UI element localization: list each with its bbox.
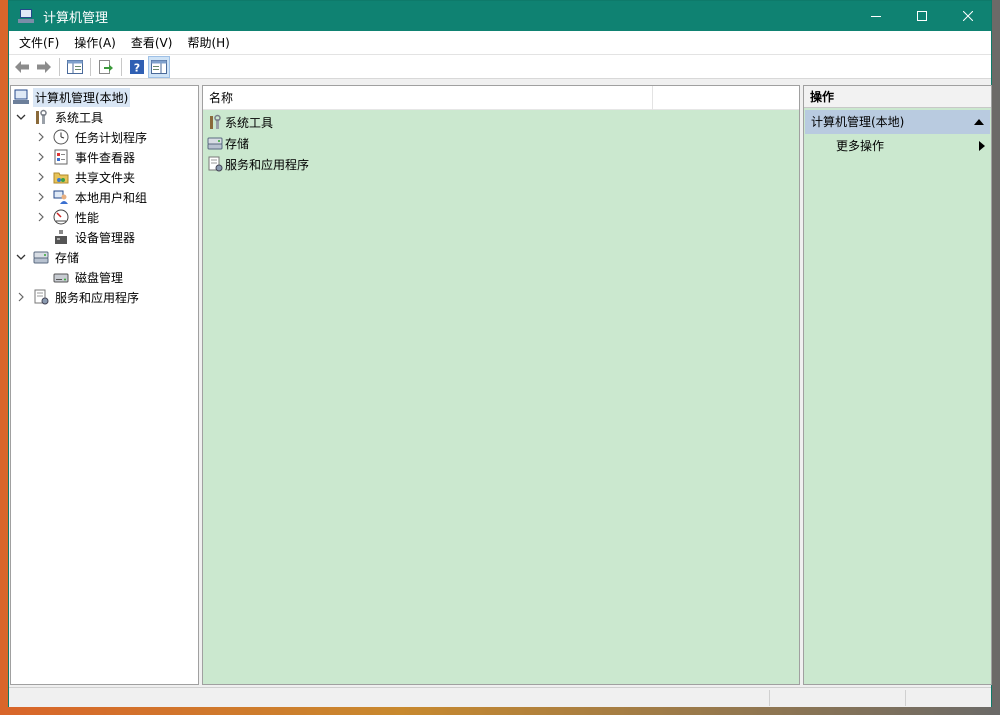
minimize-icon: [871, 16, 881, 17]
actions-header: 操作: [804, 86, 991, 108]
column-header-name[interactable]: 名称: [203, 85, 653, 110]
forward-arrow-icon: [37, 60, 51, 73]
list-column-header: 名称: [203, 85, 799, 110]
tree-label-system-tools: 系统工具: [55, 110, 104, 125]
services-icon: [33, 289, 49, 305]
tree-label-task-scheduler: 任务计划程序: [75, 130, 148, 145]
window-title: 计算机管理: [43, 10, 109, 26]
close-button[interactable]: [945, 1, 991, 31]
system-tools-icon: [33, 109, 49, 125]
chevron-right-icon[interactable]: [35, 192, 47, 202]
toolbar-separator: [121, 57, 122, 76]
collapse-up-icon[interactable]: [974, 118, 984, 125]
export-list-button[interactable]: [95, 56, 117, 78]
tree-label-event-viewer: 事件查看器: [75, 150, 136, 165]
tree-label-services-apps: 服务和应用程序: [55, 290, 140, 305]
tree-item-task-scheduler[interactable]: 任务计划程序: [35, 127, 149, 147]
menu-help[interactable]: 帮助(H): [181, 31, 235, 55]
system-tools-icon: [207, 114, 223, 130]
tree-item-root[interactable]: 计算机管理(本地): [13, 87, 131, 107]
back-button[interactable]: [11, 56, 33, 78]
chevron-right-icon[interactable]: [35, 172, 47, 182]
users-icon: [53, 189, 69, 205]
tree-label-local-users: 本地用户和组: [75, 190, 148, 205]
toolbar-separator: [90, 57, 91, 76]
maximize-button[interactable]: [899, 1, 945, 31]
event-viewer-icon: [53, 149, 69, 165]
status-divider: [769, 690, 770, 706]
results-list-pane[interactable]: 名称 系统工具 存储 服务和应用程序: [202, 85, 800, 685]
tree-item-system-tools[interactable]: 系统工具: [15, 107, 105, 127]
device-manager-icon: [53, 229, 69, 245]
toolbar: ?: [9, 55, 991, 79]
computer-management-window: 计算机管理 文件(F) 操作(A) 查看(V) 帮助(H) ? 计算机管理(本地…: [8, 0, 992, 707]
export-list-icon: [99, 59, 113, 74]
chevron-down-icon[interactable]: [15, 252, 27, 262]
tree-item-event-viewer[interactable]: 事件查看器: [35, 147, 137, 167]
show-hide-action-pane-icon: [151, 59, 167, 74]
chevron-right-icon[interactable]: [15, 292, 27, 302]
tree-item-shared-folders[interactable]: 共享文件夹: [35, 167, 137, 187]
status-bar: [9, 687, 991, 707]
shared-folder-icon: [53, 169, 69, 185]
help-icon: ?: [130, 59, 144, 74]
list-item[interactable]: 服务和应用程序: [207, 154, 309, 174]
clock-icon: [53, 129, 69, 145]
toolbar-separator: [59, 57, 60, 76]
show-hide-console-tree-button[interactable]: [64, 56, 86, 78]
menu-action[interactable]: 操作(A): [68, 31, 122, 55]
tree-label-storage: 存储: [55, 250, 80, 265]
tree-item-performance[interactable]: 性能: [35, 207, 101, 227]
minimize-button[interactable]: [853, 1, 899, 31]
performance-icon: [53, 209, 69, 225]
show-hide-action-pane-button[interactable]: [148, 55, 170, 78]
menu-bar: 文件(F) 操作(A) 查看(V) 帮助(H): [9, 31, 991, 55]
services-icon: [207, 156, 223, 172]
list-item[interactable]: 存储: [207, 133, 249, 153]
list-item-label: 存储: [225, 136, 250, 151]
svg-text:?: ?: [134, 61, 140, 74]
console-tree-pane[interactable]: 计算机管理(本地) 系统工具 任务计划程序 事件查看器 共享文件夹 本地用户和组…: [10, 85, 199, 685]
storage-icon: [33, 249, 49, 265]
chevron-right-icon[interactable]: [35, 152, 47, 162]
tree-item-device-manager[interactable]: 设备管理器: [35, 227, 137, 247]
back-arrow-icon: [15, 60, 29, 73]
help-button[interactable]: ?: [126, 56, 148, 78]
storage-icon: [207, 135, 223, 151]
tree-item-local-users[interactable]: 本地用户和组: [35, 187, 149, 207]
tree-label-device-manager: 设备管理器: [75, 230, 136, 245]
submenu-arrow-icon[interactable]: [979, 141, 985, 151]
tree-label-shared-folders: 共享文件夹: [75, 170, 136, 185]
menu-file[interactable]: 文件(F): [13, 31, 65, 55]
menu-view[interactable]: 查看(V): [125, 31, 179, 55]
maximize-icon: [917, 11, 927, 21]
title-bar[interactable]: 计算机管理: [9, 1, 991, 31]
forward-button[interactable]: [33, 56, 55, 78]
computer-management-icon: [13, 89, 29, 105]
actions-group-label: 计算机管理(本地): [811, 115, 905, 129]
disk-icon: [53, 269, 69, 285]
tree-item-services-apps[interactable]: 服务和应用程序: [15, 287, 141, 307]
tree-item-disk-management[interactable]: 磁盘管理: [35, 267, 125, 287]
tree-label-disk-management: 磁盘管理: [75, 270, 124, 285]
tree-item-storage[interactable]: 存储: [15, 247, 81, 267]
more-actions-item[interactable]: 更多操作: [836, 136, 884, 156]
close-icon: [963, 11, 973, 21]
chevron-down-icon[interactable]: [15, 112, 27, 122]
actions-group-computer-management[interactable]: 计算机管理(本地): [805, 110, 990, 134]
show-hide-console-tree-icon: [67, 59, 83, 74]
status-divider: [905, 690, 906, 706]
tree-label-performance: 性能: [75, 210, 100, 225]
actions-pane: 操作 计算机管理(本地) 更多操作: [803, 85, 992, 685]
chevron-right-icon[interactable]: [35, 212, 47, 222]
chevron-right-icon[interactable]: [35, 132, 47, 142]
computer-management-icon: [18, 8, 34, 24]
list-item-label: 系统工具: [225, 115, 274, 130]
list-item[interactable]: 系统工具: [207, 112, 273, 132]
list-item-label: 服务和应用程序: [225, 157, 310, 172]
tree-label-root: 计算机管理(本地): [33, 87, 131, 107]
